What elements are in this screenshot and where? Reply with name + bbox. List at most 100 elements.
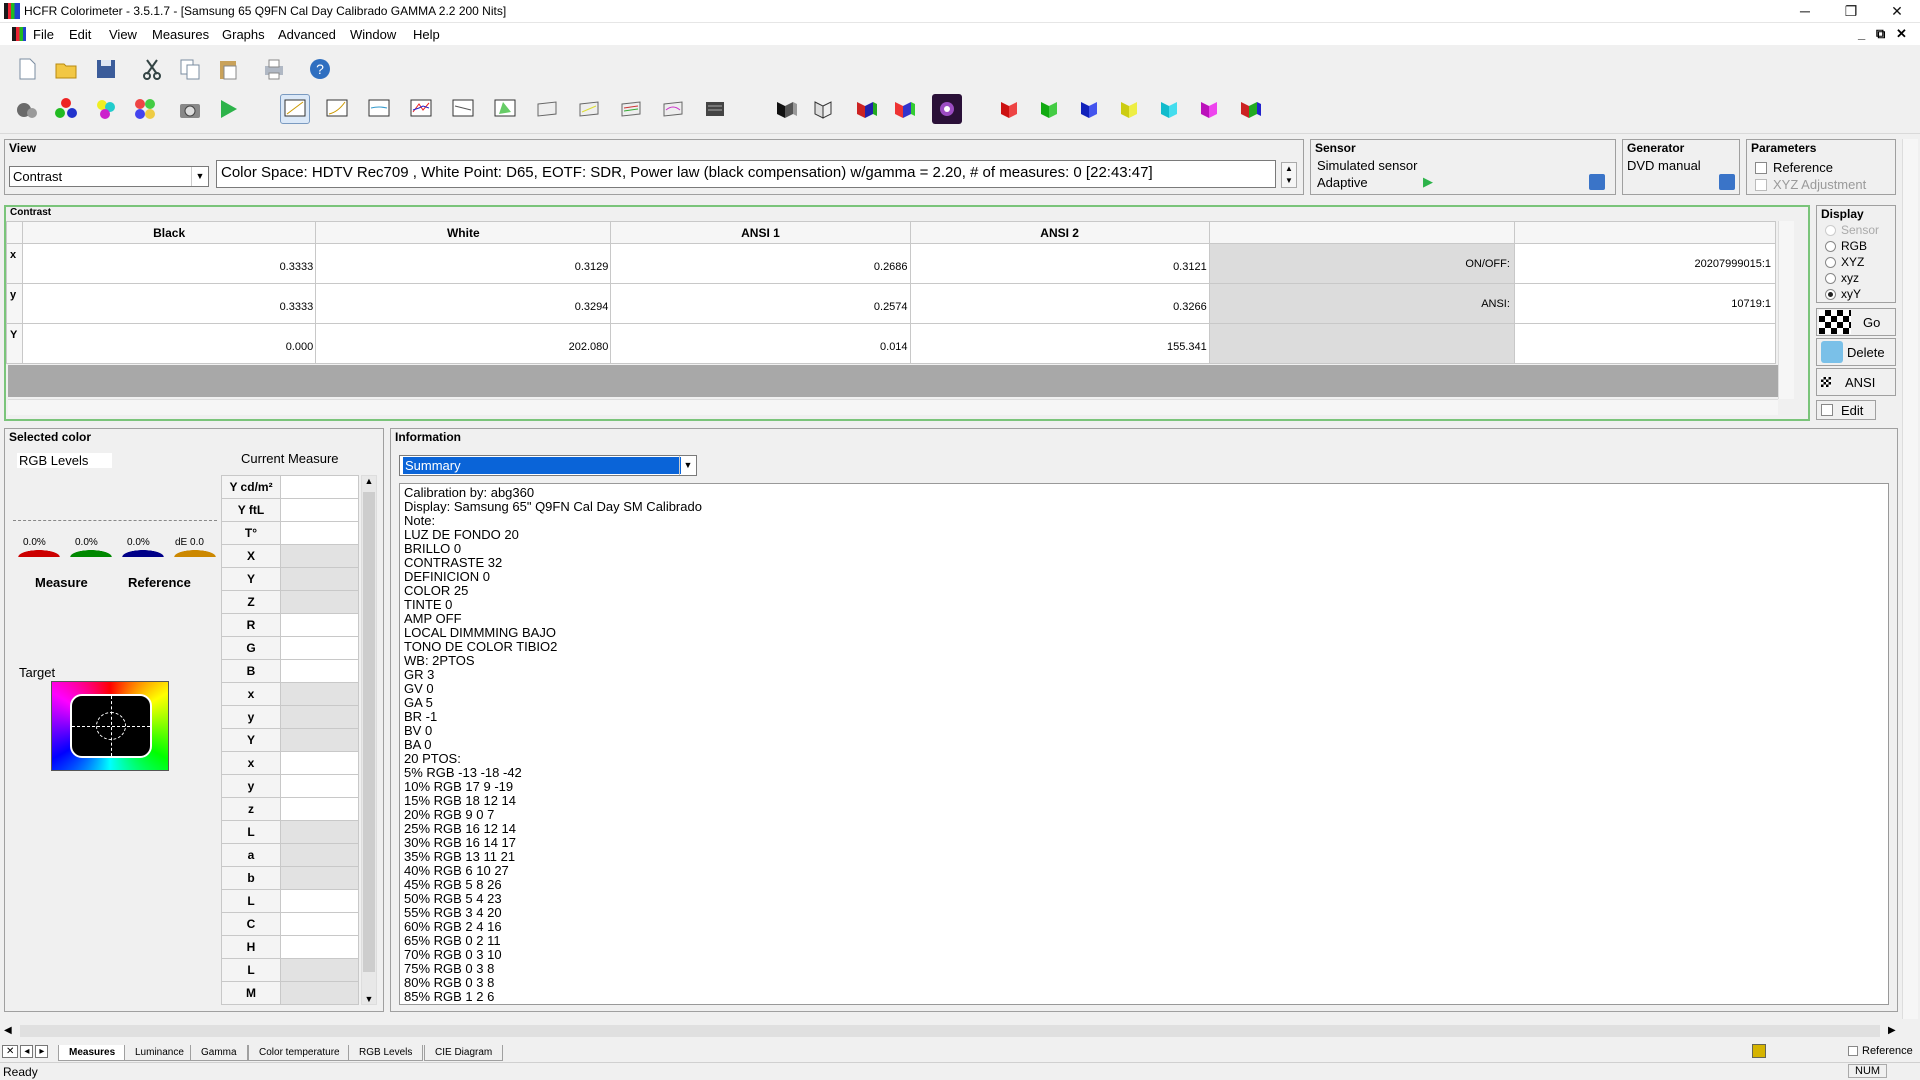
close-button[interactable]: ✕: [1874, 0, 1920, 22]
reference-checkbox[interactable]: Reference: [1755, 160, 1833, 175]
measure-grid-icon[interactable]: [700, 94, 730, 124]
gamma-view-icon[interactable]: [364, 94, 394, 124]
measure-row-value[interactable]: [280, 912, 359, 936]
copy-icon[interactable]: [175, 54, 205, 84]
cie-view-icon[interactable]: [490, 94, 520, 124]
camera-icon[interactable]: [175, 94, 205, 124]
measure-row-value[interactable]: [280, 935, 359, 959]
blue-sat-icon[interactable]: [1076, 94, 1106, 124]
information-select[interactable]: Summary ▼: [399, 455, 697, 476]
saturation-view-icon[interactable]: [532, 94, 562, 124]
bottom-reference-checkbox[interactable]: Reference: [1848, 1045, 1913, 1057]
table-cell[interactable]: 0.3333: [22, 243, 317, 284]
tab-gamma[interactable]: Gamma: [190, 1045, 248, 1061]
display-option-xyz-lower[interactable]: xyz: [1825, 270, 1895, 286]
color-temp-view-icon[interactable]: [448, 94, 478, 124]
sat-lum-view-icon[interactable]: [616, 94, 646, 124]
green-sat-icon[interactable]: [1036, 94, 1066, 124]
information-text[interactable]: Calibration by: abg360 Display: Samsung 6…: [399, 483, 1889, 1005]
tab-rgb-levels[interactable]: RGB Levels: [348, 1045, 424, 1061]
chevron-down-icon[interactable]: ▼: [191, 167, 208, 186]
table-cell[interactable]: 0.3266: [909, 283, 1210, 324]
measure-row-value[interactable]: [280, 728, 359, 752]
near-white-icon[interactable]: [890, 94, 920, 124]
tab-color-temperature[interactable]: Color temperature: [248, 1045, 351, 1061]
tab-prev-icon[interactable]: ◂: [20, 1045, 34, 1058]
delete-button[interactable]: Delete: [1816, 338, 1896, 366]
scroll-track[interactable]: [20, 1025, 1880, 1037]
table-cell[interactable]: 0.014: [610, 323, 911, 364]
tab-cie-diagram[interactable]: CIE Diagram: [424, 1045, 504, 1061]
near-black-icon[interactable]: [852, 94, 882, 124]
main-horizontal-scrollbar[interactable]: ◀ ▶: [0, 1020, 1920, 1042]
magenta-sat-icon[interactable]: [1196, 94, 1226, 124]
measure-row-value[interactable]: [280, 498, 359, 522]
display-option-xyy[interactable]: xyY: [1825, 286, 1895, 302]
measure-row-value[interactable]: [280, 797, 359, 821]
xyz-adjustment-checkbox[interactable]: XYZ Adjustment: [1755, 177, 1866, 192]
measure-row-value[interactable]: [280, 567, 359, 591]
measure-table-scrollbar[interactable]: ▲ ▼: [361, 475, 377, 1005]
menu-graphs[interactable]: Graphs: [222, 27, 265, 42]
minimize-button[interactable]: ─: [1782, 0, 1828, 22]
sensor-play-icon[interactable]: ▶: [1423, 174, 1433, 190]
table-cell[interactable]: 0.000: [22, 323, 317, 364]
menu-window[interactable]: Window: [350, 27, 396, 42]
go-button[interactable]: Go: [1816, 308, 1896, 336]
measure-row-value[interactable]: [280, 866, 359, 890]
print-icon[interactable]: [259, 54, 289, 84]
red-sat-icon[interactable]: [996, 94, 1026, 124]
measure-row-value[interactable]: [280, 544, 359, 568]
contrast-burst-icon[interactable]: [932, 94, 962, 124]
display-option-sensor[interactable]: Sensor: [1825, 222, 1895, 238]
secondaries-icon[interactable]: [91, 94, 121, 124]
save-icon[interactable]: [91, 54, 121, 84]
measure-row-value[interactable]: [280, 590, 359, 614]
table-cell[interactable]: 155.341: [909, 323, 1210, 364]
yellow-sat-icon[interactable]: [1116, 94, 1146, 124]
sensor-probe-icon[interactable]: [12, 94, 42, 124]
ansi-button[interactable]: ANSI: [1816, 368, 1896, 396]
maximize-button[interactable]: ❐: [1828, 0, 1874, 22]
table-cell[interactable]: 0.3294: [315, 283, 612, 324]
gray-scale-icon[interactable]: [772, 94, 802, 124]
measure-row-value[interactable]: [280, 820, 359, 844]
tab-measures[interactable]: Measures: [58, 1045, 127, 1061]
menu-measures[interactable]: Measures: [152, 27, 209, 42]
menu-advanced[interactable]: Advanced: [278, 27, 336, 42]
colorchecker-icon[interactable]: [130, 94, 160, 124]
measures-view-icon[interactable]: [280, 94, 310, 124]
vertical-scrollbar[interactable]: [1778, 221, 1794, 399]
open-icon[interactable]: [51, 54, 81, 84]
menu-edit[interactable]: Edit: [69, 27, 91, 42]
scroll-up-icon[interactable]: ▲: [362, 476, 376, 486]
table-cell[interactable]: 0.3129: [315, 243, 612, 284]
sat-shift-view-icon[interactable]: [658, 94, 688, 124]
menu-view[interactable]: View: [109, 27, 137, 42]
generator-config-icon[interactable]: [1719, 174, 1735, 190]
measure-row-value[interactable]: [280, 958, 359, 982]
measure-row-value[interactable]: [280, 981, 359, 1005]
gray-scale-white-icon[interactable]: [810, 94, 840, 124]
table-cell[interactable]: 0.2574: [610, 283, 911, 324]
measure-row-value[interactable]: [280, 705, 359, 729]
measure-row-value[interactable]: [280, 774, 359, 798]
main-vertical-scrollbar[interactable]: [1902, 139, 1918, 1019]
new-icon[interactable]: [12, 54, 42, 84]
table-cell[interactable]: 0.3121: [909, 243, 1210, 284]
display-option-xyz-upper[interactable]: XYZ: [1825, 254, 1895, 270]
table-cell[interactable]: 202.080: [315, 323, 612, 364]
paste-icon[interactable]: [213, 54, 243, 84]
doc-icon[interactable]: [12, 27, 26, 41]
luminance-view-icon[interactable]: [322, 94, 352, 124]
tab-first-icon[interactable]: ✕: [2, 1045, 19, 1058]
rgb-levels-view-icon[interactable]: [406, 94, 436, 124]
help-icon[interactable]: ?: [305, 54, 335, 84]
view-select[interactable]: Contrast ▼: [9, 166, 209, 187]
measure-row-value[interactable]: [280, 843, 359, 867]
chevron-down-icon[interactable]: ▼: [679, 456, 696, 475]
measure-row-value[interactable]: [280, 659, 359, 683]
horizontal-scrollbar[interactable]: [8, 399, 1778, 415]
cut-icon[interactable]: [137, 54, 167, 84]
all-sat-icon[interactable]: [1236, 94, 1266, 124]
